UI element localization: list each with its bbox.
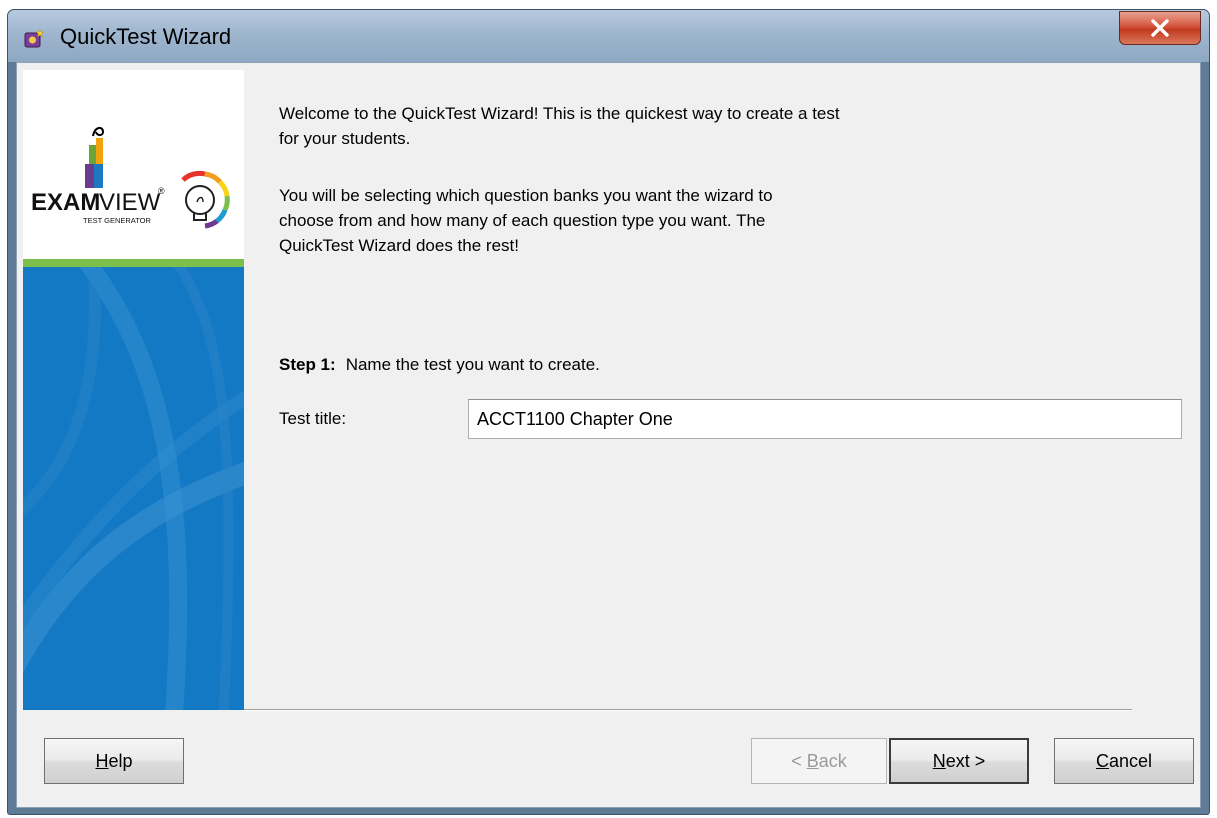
wizard-sidebar: EXAM VIEW ® TEST GENERATOR: [23, 70, 244, 710]
sidebar-green-stripe: [23, 259, 244, 267]
wizard-client-area: EXAM VIEW ® TEST GENERATOR Welcome to th…: [16, 62, 1201, 808]
examview-logo-graphic: EXAM VIEW ® TEST GENERATOR: [31, 126, 230, 229]
test-title-input[interactable]: [468, 399, 1182, 439]
examview-logo: EXAM VIEW ® TEST GENERATOR: [23, 70, 244, 259]
quicktest-app-icon: [24, 28, 45, 48]
button-separator: [244, 709, 1132, 711]
close-x-icon: [1151, 19, 1169, 37]
window-title: QuickTest Wizard: [60, 24, 232, 49]
back-button[interactable]: < Back: [751, 738, 887, 784]
sidebar-swoosh-graphic: [23, 251, 244, 710]
next-button[interactable]: Next >: [889, 738, 1029, 784]
step-label: Step 1:: [279, 355, 336, 374]
help-button[interactable]: Help: [44, 738, 184, 784]
cancel-button[interactable]: Cancel: [1054, 738, 1194, 784]
description-text: You will be selecting which question ban…: [279, 186, 773, 255]
wizard-window: QuickTest Wizard EXAM VIEW ® TEST GENERA…: [7, 9, 1210, 815]
test-title-label: Test title:: [279, 409, 347, 428]
wizard-content: Welcome to the QuickTest Wizard! This is…: [279, 101, 1179, 258]
intro-text: Welcome to the QuickTest Wizard! This is…: [279, 104, 840, 148]
close-button[interactable]: [1119, 11, 1201, 45]
step-heading: Step 1: Name the test you want to create.: [279, 355, 600, 375]
logo-brand-bold: EXAM: [31, 189, 100, 216]
logo-brand-light: VIEW: [99, 189, 161, 216]
logo-tagline: TEST GENERATOR: [83, 216, 152, 225]
step-text: Name the test you want to create.: [345, 355, 600, 374]
sidebar-blue-panel: [23, 251, 244, 710]
title-bar[interactable]: QuickTest Wizard: [8, 10, 1209, 62]
logo-registered: ®: [158, 186, 165, 196]
